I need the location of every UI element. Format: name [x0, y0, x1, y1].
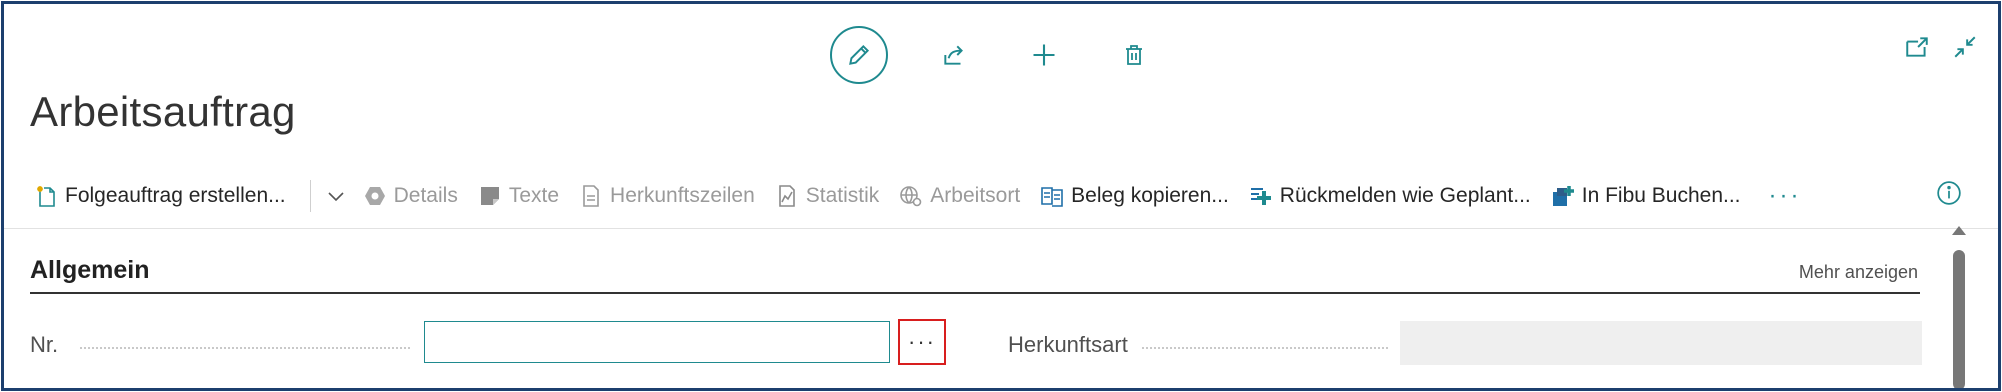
action-folgeauftrag-erstellen[interactable]: Folgeauftrag erstellen... — [34, 184, 286, 208]
globe-gear-icon — [899, 184, 923, 208]
action-label: In Fibu Buchen... — [1581, 184, 1741, 207]
folgeauftrag-split-button: Folgeauftrag erstellen... — [34, 180, 363, 212]
more-actions-button[interactable]: ··· — [1769, 182, 1802, 210]
herkunftsart-field[interactable] — [1400, 321, 1922, 365]
action-label: Folgeauftrag erstellen... — [65, 184, 286, 207]
chevron-down-icon[interactable] — [321, 184, 351, 208]
info-icon[interactable] — [1936, 180, 1962, 206]
scrollbar[interactable] — [1950, 226, 1968, 388]
open-new-window-icon[interactable] — [1904, 34, 1930, 60]
collapse-icon[interactable] — [1952, 34, 1978, 60]
delete-icon — [1122, 42, 1146, 68]
nr-dot-leader — [80, 347, 410, 349]
action-label: Arbeitsort — [930, 184, 1021, 207]
add-icon — [1030, 41, 1058, 69]
new-document-icon — [34, 184, 58, 208]
action-herkunftszeilen[interactable]: Herkunftszeilen — [579, 184, 755, 208]
nr-input[interactable] — [424, 321, 890, 363]
action-label: Beleg kopieren... — [1071, 184, 1229, 207]
add-button[interactable] — [1024, 35, 1064, 75]
scroll-up-arrow-icon[interactable] — [1952, 226, 1966, 235]
share-icon — [941, 42, 967, 68]
hexagon-icon — [363, 184, 387, 208]
action-label: Herkunftszeilen — [610, 184, 755, 207]
page-actions — [830, 26, 1154, 84]
page-title: Arbeitsauftrag — [30, 88, 296, 135]
copy-document-icon — [1040, 184, 1064, 208]
section-title: Allgemein — [30, 256, 150, 284]
herkunftsart-label: Herkunftsart — [1008, 332, 1128, 357]
note-icon — [478, 184, 502, 208]
document-lines-icon — [579, 184, 603, 208]
action-in-fibu-buchen[interactable]: In Fibu Buchen... — [1551, 184, 1741, 208]
action-bar: Folgeauftrag erstellen... Details Texte … — [4, 164, 1998, 229]
post-lines-icon — [1249, 184, 1273, 208]
show-more-link[interactable]: Mehr anzeigen — [1799, 262, 1918, 283]
share-button[interactable] — [934, 35, 974, 75]
herkunftsart-dot-leader — [1142, 347, 1388, 349]
split-divider — [309, 180, 311, 212]
edit-button[interactable] — [830, 26, 888, 84]
action-beleg-kopieren[interactable]: Beleg kopieren... — [1040, 184, 1229, 208]
action-rueckmelden-wie-geplant[interactable]: Rückmelden wie Geplant... — [1249, 184, 1531, 208]
edit-icon — [846, 42, 872, 68]
window-actions — [1904, 34, 1978, 60]
action-details[interactable]: Details — [363, 184, 458, 208]
page-frame: Arbeitsauftrag Folgeauftrag erstellen... — [1, 1, 2001, 391]
action-arbeitsort[interactable]: Arbeitsort — [899, 184, 1020, 208]
action-label: Details — [393, 184, 458, 207]
action-label: Statistik — [805, 184, 880, 207]
scroll-thumb[interactable] — [1953, 250, 1965, 388]
chart-icon — [775, 184, 799, 208]
action-label: Texte — [508, 184, 560, 207]
post-ledger-icon — [1551, 184, 1575, 208]
action-texte[interactable]: Texte — [478, 184, 559, 208]
action-label: Rückmelden wie Geplant... — [1279, 184, 1531, 207]
delete-button[interactable] — [1114, 35, 1154, 75]
nr-assist-button[interactable]: ··· — [898, 319, 946, 365]
top-bar — [4, 4, 1998, 104]
nr-label: Nr. — [30, 332, 59, 357]
action-statistik[interactable]: Statistik — [775, 184, 880, 208]
section-divider — [30, 292, 1920, 294]
